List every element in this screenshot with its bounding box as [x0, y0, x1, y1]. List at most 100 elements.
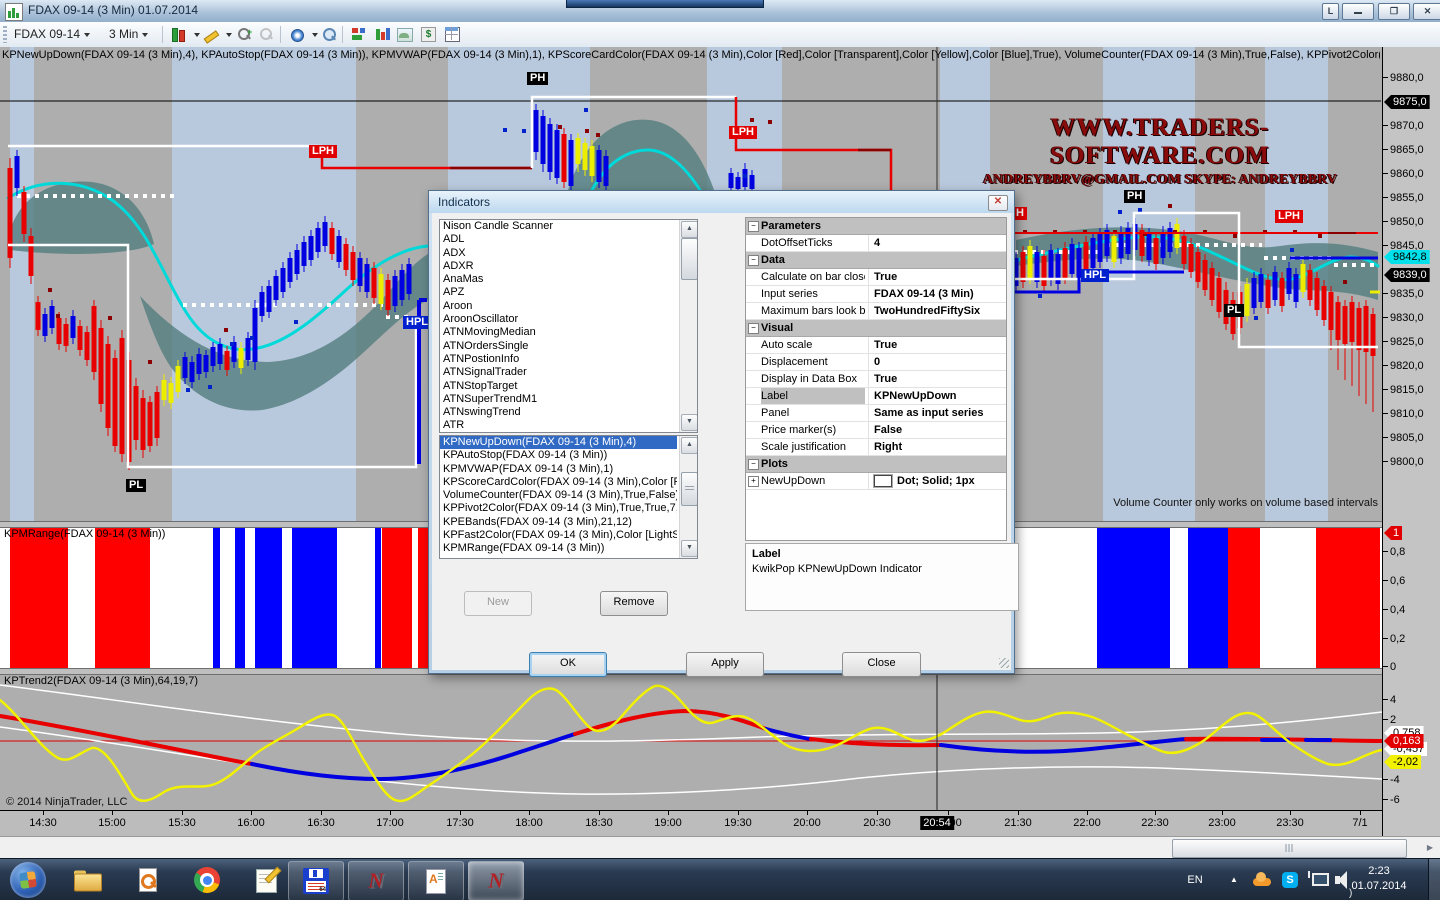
property-row[interactable]: Calculate on bar closeTrue: [746, 269, 1006, 286]
apply-button[interactable]: Apply: [686, 652, 764, 677]
chart-style-icon[interactable]: [170, 26, 188, 43]
list-scrollbar[interactable]: ▲ ▼: [679, 220, 697, 432]
available-indicator-item[interactable]: ATNswingTrend: [440, 406, 677, 419]
applied-indicator-item[interactable]: KPPivot2Color(FDAX 09-14 (3 Min),True,Tr…: [440, 502, 677, 515]
available-indicator-item[interactable]: ATNStopTarget: [440, 380, 677, 393]
scrollbar-thumb[interactable]: [681, 238, 698, 280]
available-indicator-item[interactable]: APZ: [440, 286, 677, 299]
zoom-in-icon[interactable]: +: [236, 26, 254, 43]
taskbar-notepad-button[interactable]: [240, 861, 294, 899]
instrument-dropdown[interactable]: FDAX 09-14: [10, 25, 94, 43]
property-row[interactable]: Price marker(s)False: [746, 422, 1006, 439]
chevron-down-icon[interactable]: [226, 33, 232, 37]
applied-indicator-item[interactable]: KPAutoStop(FDAX 09-14 (3 Min)): [440, 449, 677, 462]
property-row[interactable]: Auto scaleTrue: [746, 337, 1006, 354]
plot-color-swatch[interactable]: [874, 475, 892, 487]
available-indicator-item[interactable]: ATNSuperTrendM1: [440, 393, 677, 406]
window-titlebar[interactable]: FDAX 09-14 (3 Min) 01.07.2014 L ❐ ✕: [0, 0, 1440, 23]
property-row[interactable]: Displacement0: [746, 354, 1006, 371]
applied-indicator-item[interactable]: KPMVWAP(FDAX 09-14 (3 Min),1): [440, 463, 677, 476]
available-indicator-item[interactable]: AnaMas: [440, 273, 677, 286]
chevron-down-icon[interactable]: [312, 33, 318, 37]
scrollbar-thumb[interactable]: [681, 472, 698, 506]
applied-indicator-item[interactable]: KPEBands(FDAX 09-14 (3 Min),21,12): [440, 516, 677, 529]
scroll-up-icon[interactable]: ▲: [681, 221, 698, 238]
available-indicator-item[interactable]: ATNMovingMedian: [440, 326, 677, 339]
taskbar-ninjatrader-button[interactable]: N: [348, 861, 404, 900]
taskbar-search-button[interactable]: [120, 861, 174, 899]
dialog-resize-grip[interactable]: [999, 658, 1009, 668]
bars-panel-icon[interactable]: [350, 26, 368, 43]
applied-indicator-item[interactable]: VolumeCounter(FDAX 09-14 (3 Min),True,Fa…: [440, 489, 677, 502]
available-indicator-item[interactable]: Nison Candle Scanner: [440, 220, 677, 233]
property-section-parameters[interactable]: −Parameters: [746, 218, 1006, 235]
price-axis[interactable]: 9880,09870,09865,09860,09855,09850,09845…: [1382, 47, 1440, 836]
taskbar-floppy64-button[interactable]: 64: [288, 861, 344, 900]
dialog-titlebar[interactable]: Indicators ✕: [429, 191, 1014, 213]
network-icon[interactable]: [1306, 859, 1330, 900]
property-section-plots[interactable]: −Plots: [746, 456, 1006, 473]
applied-indicator-item[interactable]: KPMRange(FDAX 09-14 (3 Min)): [440, 542, 677, 555]
scroll-up-icon[interactable]: ▲: [681, 437, 698, 454]
available-indicator-item[interactable]: AroonOscillator: [440, 313, 677, 326]
weather-cloud-icon[interactable]: [1250, 859, 1274, 900]
drawing-tools-icon[interactable]: [202, 26, 220, 43]
scrollbar-thumb[interactable]: [1172, 839, 1407, 858]
available-indicator-item[interactable]: ADX: [440, 247, 677, 260]
applied-indicator-item[interactable]: KPNewUpDown(FDAX 09-14 (3 Min),4): [440, 436, 677, 449]
account-dollar-icon[interactable]: $: [420, 26, 438, 43]
horizontal-scrollbar[interactable]: ▶: [0, 836, 1440, 859]
toolbar-grip[interactable]: [3, 26, 7, 43]
show-desktop-button[interactable]: [1428, 859, 1440, 900]
applied-indicator-item[interactable]: KPFast2Color(FDAX 09-14 (3 Min),Color [L…: [440, 529, 677, 542]
available-indicator-item[interactable]: ATR: [440, 419, 677, 432]
applied-indicator-item[interactable]: KPScoreCardColor(FDAX 09-14 (3 Min),Colo…: [440, 476, 677, 489]
link-button[interactable]: L: [1322, 3, 1339, 20]
market-analyzer-icon[interactable]: [374, 26, 392, 43]
property-section-data[interactable]: −Data: [746, 252, 1006, 269]
data-grid-icon[interactable]: [444, 26, 462, 43]
close-dialog-button[interactable]: Close: [842, 652, 921, 677]
property-section-visual[interactable]: −Visual: [746, 320, 1006, 337]
taskbar-chrome-button[interactable]: [180, 861, 234, 899]
property-row[interactable]: +NewUpDownDot; Solid; 1px: [746, 473, 1006, 490]
list-scrollbar[interactable]: ▲ ▼: [679, 436, 697, 558]
taskbar-ninjatrader-active-button[interactable]: N: [468, 861, 524, 900]
remove-button[interactable]: Remove: [600, 591, 668, 616]
property-row[interactable]: Maximum bars look backTwoHundredFiftySix: [746, 303, 1006, 320]
scroll-down-icon[interactable]: ▼: [681, 414, 698, 431]
available-indicator-item[interactable]: Aroon: [440, 300, 677, 313]
available-indicators-list[interactable]: Nison Candle ScannerADLADXADXRAnaMasAPZA…: [439, 219, 698, 433]
applied-indicators-list[interactable]: KPNewUpDown(FDAX 09-14 (3 Min),4)KPAutoS…: [439, 435, 698, 559]
property-row[interactable]: Scale justificationRight: [746, 439, 1006, 456]
cursor-mode-icon[interactable]: [288, 26, 306, 43]
property-row[interactable]: DotOffsetTicks4: [746, 235, 1006, 252]
property-row[interactable]: Display in Data BoxTrue: [746, 371, 1006, 388]
zoom-out-icon[interactable]: [258, 26, 276, 43]
snapshot-icon[interactable]: [396, 26, 414, 43]
indicator-property-grid[interactable]: −ParametersDotOffsetTicks4−DataCalculate…: [745, 217, 1007, 541]
data-box-icon[interactable]: [320, 26, 338, 43]
tray-expand-icon[interactable]: ▲: [1224, 859, 1244, 900]
chevron-down-icon[interactable]: [194, 33, 200, 37]
tray-clock[interactable]: 2:23 01.07.2014: [1342, 864, 1416, 894]
kptrend2-panel[interactable]: KPTrend2(FDAX 09-14 (3 Min),64,19,7) © 2…: [0, 673, 1382, 810]
interval-dropdown[interactable]: 3 Min: [105, 25, 152, 43]
restore-button[interactable]: ❐: [1378, 3, 1410, 20]
ok-button[interactable]: OK: [529, 652, 607, 677]
available-indicator-item[interactable]: ADL: [440, 233, 677, 246]
property-row[interactable]: LabelKPNewUpDown: [746, 388, 1006, 405]
time-axis[interactable]: 14:3015:0015:3016:0016:3017:0017:3018:00…: [0, 810, 1382, 837]
skype-icon[interactable]: S: [1280, 859, 1302, 900]
close-button[interactable]: ✕: [1413, 3, 1440, 20]
taskbar-document-button[interactable]: A: [408, 861, 464, 900]
scroll-down-icon[interactable]: ▼: [681, 540, 698, 557]
property-row[interactable]: PanelSame as input series: [746, 405, 1006, 422]
scrollbar-right-arrow[interactable]: ▶: [1424, 841, 1436, 855]
new-button[interactable]: New: [464, 591, 532, 616]
language-indicator[interactable]: EN: [1180, 859, 1210, 900]
available-indicator-item[interactable]: ATNPostionInfo: [440, 353, 677, 366]
available-indicator-item[interactable]: ATNOrdersSingle: [440, 340, 677, 353]
taskbar-explorer-button[interactable]: [60, 861, 114, 899]
start-button[interactable]: [10, 862, 46, 898]
